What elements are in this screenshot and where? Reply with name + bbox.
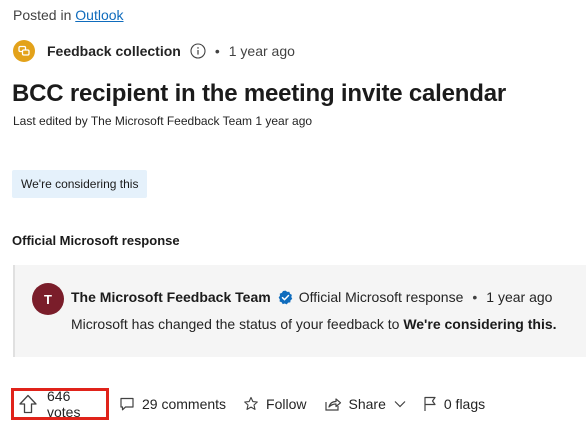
official-response-card: T The Microsoft Feedback Team Official M… (13, 265, 586, 357)
follow-label: Follow (266, 396, 307, 412)
post-meta: Feedback collection • 1 year ago (13, 40, 295, 62)
flag-button[interactable]: 0 flags (423, 396, 485, 412)
posted-ago: 1 year ago (228, 43, 295, 59)
verified-check-icon (278, 290, 293, 305)
response-role: Official Microsoft response (298, 289, 464, 305)
response-header: The Microsoft Feedback Team Official Mic… (71, 289, 552, 305)
response-body-text: Microsoft has changed the status of your… (71, 316, 404, 332)
response-heading: Official Microsoft response (12, 233, 180, 248)
posted-in-label: Posted in (13, 7, 72, 23)
follow-button[interactable]: Follow (243, 396, 307, 412)
flags-count: 0 flags (443, 396, 486, 412)
board-name[interactable]: Feedback collection (47, 43, 181, 59)
flag-icon (423, 396, 437, 412)
status-badge: We're considering this (12, 170, 148, 198)
comment-icon (119, 396, 135, 412)
posted-in: Posted in Outlook (13, 7, 124, 23)
separator-dot: • (472, 289, 478, 305)
vote-count: 646 votes (47, 388, 81, 420)
avatar[interactable]: T (32, 283, 64, 315)
chat-bubbles-icon (13, 40, 35, 62)
response-time: 1 year ago (486, 289, 553, 305)
share-button[interactable]: Share (324, 396, 406, 412)
share-label: Share (348, 396, 386, 412)
star-icon (243, 396, 259, 412)
separator-dot: • (214, 43, 220, 59)
comments-count: 29 comments (142, 396, 227, 412)
response-body: Microsoft has changed the status of your… (71, 316, 557, 332)
forum-link[interactable]: Outlook (75, 7, 123, 23)
response-author[interactable]: The Microsoft Feedback Team (71, 289, 271, 305)
page-title: BCC recipient in the meeting invite cale… (12, 80, 506, 107)
vote-button[interactable]: 646 votes (11, 388, 109, 420)
chevron-down-icon (394, 400, 406, 408)
action-bar: 646 votes 29 comments Follow Share 0 fla… (11, 386, 502, 422)
arrow-up-icon (17, 393, 39, 415)
response-body-status: We're considering this. (403, 316, 557, 332)
last-edited: Last edited by The Microsoft Feedback Te… (13, 114, 313, 128)
share-icon (324, 396, 342, 412)
info-icon[interactable] (190, 43, 206, 59)
comments-button[interactable]: 29 comments (119, 396, 226, 412)
